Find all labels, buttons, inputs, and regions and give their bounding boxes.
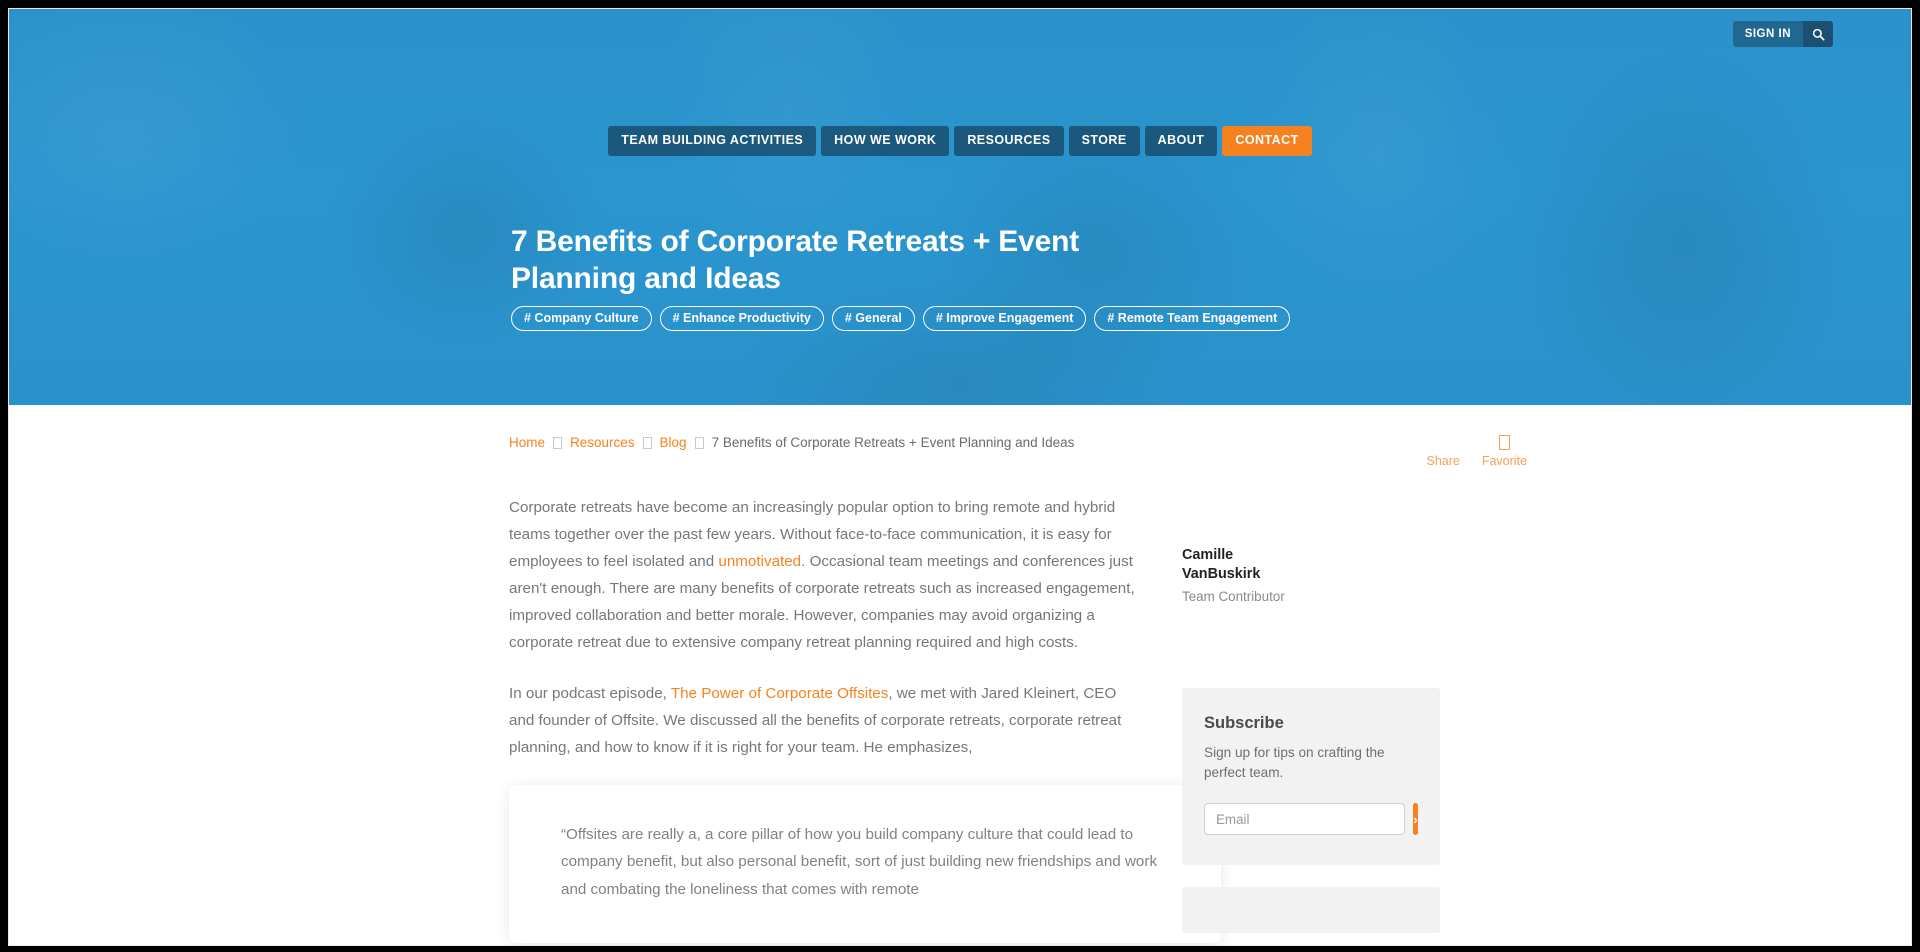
page-root: SIGN IN TEAM BUILDING ACTIVITIES HOW WE … xyxy=(8,8,1912,946)
favorite-label: Favorite xyxy=(1481,454,1527,468)
sign-in-link[interactable]: SIGN IN xyxy=(1733,21,1803,47)
screenshot-frame: SIGN IN TEAM BUILDING ACTIVITIES HOW WE … xyxy=(0,0,1920,952)
author-role: Team Contributor xyxy=(1182,589,1285,605)
breadcrumb-separator-icon xyxy=(694,436,704,449)
subscribe-description: Sign up for tips on crafting the perfect… xyxy=(1204,745,1385,781)
article-paragraph-2: In our podcast episode, The Power of Cor… xyxy=(509,680,1139,761)
bookmark-icon xyxy=(1498,435,1510,450)
blockquote-text: “Offsites are really a, a core pillar of… xyxy=(561,826,1158,898)
article-paragraph-1: Corporate retreats have become an increa… xyxy=(509,494,1139,656)
hero-banner: SIGN IN TEAM BUILDING ACTIVITIES HOW WE … xyxy=(9,9,1911,405)
tag-list: # Company Culture # Enhance Productivity… xyxy=(511,306,1291,332)
nav-item-about[interactable]: ABOUT xyxy=(1144,126,1218,156)
nav-item-how-we-work[interactable]: HOW WE WORK xyxy=(821,126,950,156)
sidebar: Camille VanBuskirk Team Contributor Subs… xyxy=(1139,494,1440,943)
tag-company-culture[interactable]: # Company Culture xyxy=(511,306,652,332)
nav-item-team-building-activities[interactable]: TEAM BUILDING ACTIVITIES xyxy=(608,126,817,156)
paragraph-2-text-a: In our podcast episode, xyxy=(509,685,671,703)
tag-remote-team-engagement[interactable]: # Remote Team Engagement xyxy=(1094,306,1291,332)
breadcrumb-current: 7 Benefits of Corporate Retreats + Event… xyxy=(711,435,1075,450)
breadcrumb-row: Home Resources Blog 7 Benefits of Corpor… xyxy=(87,405,1833,468)
link-unmotivated[interactable]: unmotivated xyxy=(718,553,801,570)
article-layout: Corporate retreats have become an increa… xyxy=(87,468,1833,943)
tag-general[interactable]: # General xyxy=(831,306,915,332)
share-label: Share xyxy=(1426,454,1460,468)
nav-item-contact[interactable]: CONTACT xyxy=(1222,126,1312,156)
nav-item-resources[interactable]: RESOURCES xyxy=(954,126,1064,156)
breadcrumb-blog[interactable]: Blog xyxy=(660,435,687,450)
search-button[interactable] xyxy=(1803,21,1833,47)
article-actions: Share Favorite xyxy=(1426,435,1833,468)
blockquote-card: “Offsites are really a, a core pillar of… xyxy=(509,785,1221,943)
subscribe-form: › xyxy=(1204,803,1418,836)
breadcrumb-home[interactable]: Home xyxy=(509,435,545,450)
utility-bar: SIGN IN xyxy=(1732,21,1833,47)
nav-item-store[interactable]: STORE xyxy=(1068,126,1140,156)
content-area: Home Resources Blog 7 Benefits of Corpor… xyxy=(9,405,1911,945)
page-title: 7 Benefits of Corporate Retreats + Event… xyxy=(511,225,1079,295)
link-power-of-corporate-offsites[interactable]: The Power of Corporate Offsites xyxy=(671,685,889,702)
breadcrumb: Home Resources Blog 7 Benefits of Corpor… xyxy=(87,435,1074,450)
tag-improve-engagement[interactable]: # Improve Engagement xyxy=(922,306,1087,332)
main-navigation: TEAM BUILDING ACTIVITIES HOW WE WORK RES… xyxy=(9,126,1911,156)
sidebar-secondary-card xyxy=(1182,887,1440,934)
subscribe-submit-button[interactable]: › xyxy=(1413,803,1418,836)
article-body: Corporate retreats have become an increa… xyxy=(87,494,1221,943)
favorite-button[interactable]: Favorite xyxy=(1482,435,1527,468)
email-input[interactable] xyxy=(1204,803,1405,836)
author-block: Camille VanBuskirk Team Contributor xyxy=(1182,494,1429,604)
share-button[interactable]: Share xyxy=(1426,435,1459,468)
breadcrumb-resources[interactable]: Resources xyxy=(570,435,635,450)
search-icon xyxy=(1812,28,1825,41)
breadcrumb-separator-icon xyxy=(642,436,652,449)
author-name: Camille VanBuskirk xyxy=(1182,547,1261,583)
tag-enhance-productivity[interactable]: # Enhance Productivity xyxy=(659,306,824,332)
subscribe-card: Subscribe Sign up for tips on crafting t… xyxy=(1182,688,1440,866)
breadcrumb-separator-icon xyxy=(553,436,563,449)
subscribe-title: Subscribe xyxy=(1204,714,1284,733)
